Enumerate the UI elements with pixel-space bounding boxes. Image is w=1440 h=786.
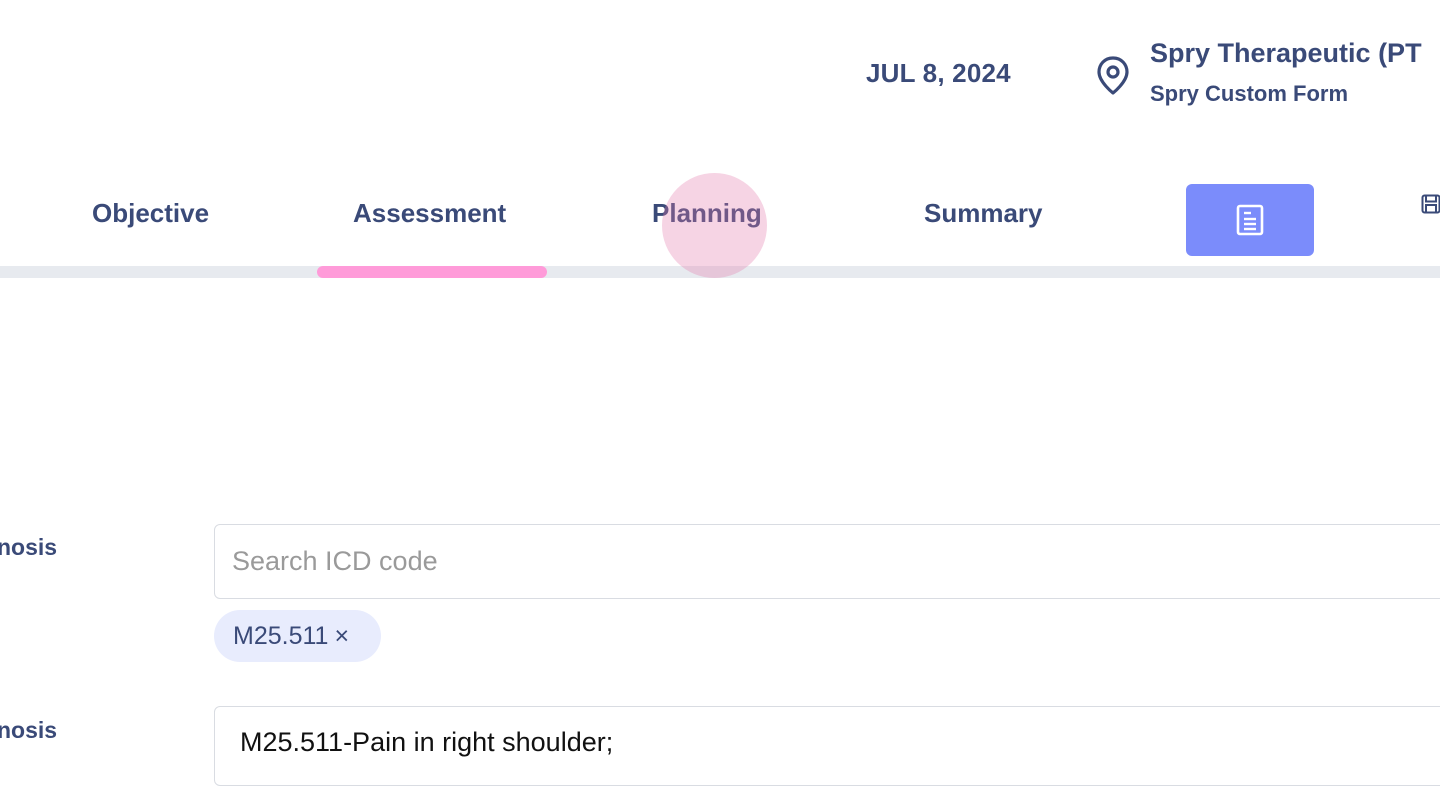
tab-summary[interactable]: Summary — [924, 198, 1043, 229]
icd-chip: M25.511 × — [214, 610, 381, 662]
secondary-diagnosis-label: nosis — [0, 717, 58, 743]
active-tab-indicator — [317, 266, 547, 278]
form-name: Spry Custom Form — [1150, 81, 1349, 106]
tab-assessment[interactable]: Assessment — [353, 198, 506, 229]
icd-chip-code: M25.511 — [233, 621, 329, 650]
diagnosis-text: M25.511-Pain in right shoulder; — [240, 727, 614, 757]
tab-objective[interactable]: Objective — [92, 198, 209, 229]
session-date: JUL 8, 2024 — [866, 58, 1011, 88]
close-icon[interactable]: × — [334, 622, 349, 651]
icd-search-input[interactable] — [214, 524, 1440, 599]
click-ripple — [662, 173, 767, 278]
map-pin-icon — [1097, 56, 1129, 95]
clinic-name[interactable]: Spry Therapeutic (PT — [1150, 38, 1422, 69]
document-icon — [1236, 204, 1264, 236]
diagnosis-label: nosis — [0, 534, 58, 560]
note-view-button[interactable] — [1186, 184, 1314, 256]
save-icon[interactable] — [1421, 194, 1440, 214]
